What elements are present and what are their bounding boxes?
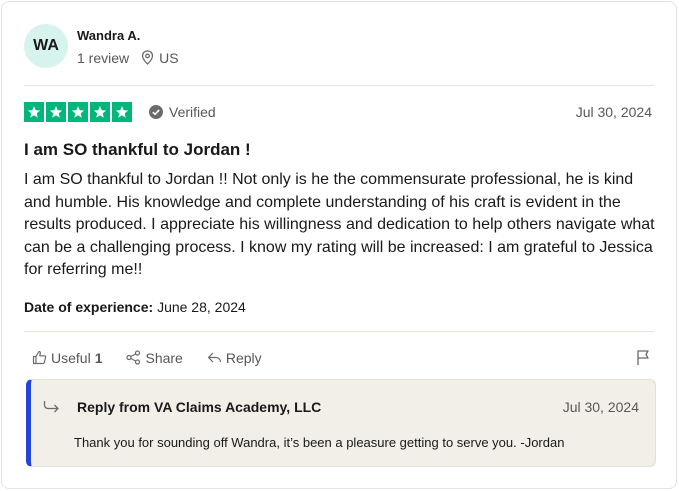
reply-indent-icon	[43, 400, 61, 414]
star-icon	[46, 102, 66, 122]
reviewer-name[interactable]: Wandra A.	[77, 27, 179, 45]
star-rating	[24, 102, 132, 122]
header-divider	[24, 85, 654, 86]
rating-row: Verified Jul 30, 2024	[24, 102, 652, 122]
avatar[interactable]: WA	[24, 24, 68, 68]
share-label: Share	[145, 349, 183, 366]
star-icon	[112, 102, 132, 122]
useful-count: 1	[94, 349, 103, 366]
review-title[interactable]: I am SO thankful to Jordan !	[24, 140, 251, 160]
review-count: 1 review	[77, 49, 130, 66]
reply-from: Reply from VA Claims Academy, LLC	[77, 399, 322, 415]
verified-badge[interactable]: Verified	[149, 104, 216, 120]
star-icon	[68, 102, 88, 122]
company-reply: Reply from VA Claims Academy, LLC Jul 30…	[26, 379, 656, 467]
share-button[interactable]: Share	[126, 349, 183, 366]
actions-divider	[24, 331, 654, 332]
verified-label: Verified	[169, 104, 216, 120]
share-icon	[126, 350, 141, 365]
star-icon	[90, 102, 110, 122]
reply-date: Jul 30, 2024	[562, 399, 639, 415]
star-icon	[24, 102, 44, 122]
review-card: WA Wandra A. 1 review US Verified Jul 30…	[1, 1, 677, 489]
useful-label: Useful	[51, 349, 91, 366]
reply-header: Reply from VA Claims Academy, LLC Jul 30…	[43, 399, 639, 415]
verified-check-icon	[149, 105, 163, 119]
reply-arrow-icon	[207, 352, 221, 363]
thumbs-up-icon	[32, 350, 47, 365]
review-body: I am SO thankful to Jordan !! Not only i…	[24, 171, 655, 278]
reviewer-meta: 1 review US	[77, 50, 179, 66]
review-date: Jul 30, 2024	[575, 104, 652, 120]
experience-date: June 28, 2024	[157, 299, 246, 315]
useful-button[interactable]: Useful 1	[32, 350, 102, 366]
experience-label: Date of experience:	[24, 299, 154, 315]
date-of-experience: Date of experience: June 28, 2024	[24, 299, 246, 315]
reviewer-country: US	[159, 49, 179, 66]
reply-button[interactable]: Reply	[207, 350, 262, 366]
flag-icon[interactable]	[636, 349, 650, 366]
reviewer-info: Wandra A. 1 review US	[77, 27, 179, 66]
review-actions: Useful 1 Share Reply	[32, 349, 650, 366]
reply-text: Thank you for sounding off Wandra, it’s …	[74, 435, 565, 450]
location-pin-icon	[141, 50, 154, 65]
reply-label: Reply	[225, 349, 262, 366]
reviewer-header: WA Wandra A. 1 review US	[24, 24, 179, 68]
